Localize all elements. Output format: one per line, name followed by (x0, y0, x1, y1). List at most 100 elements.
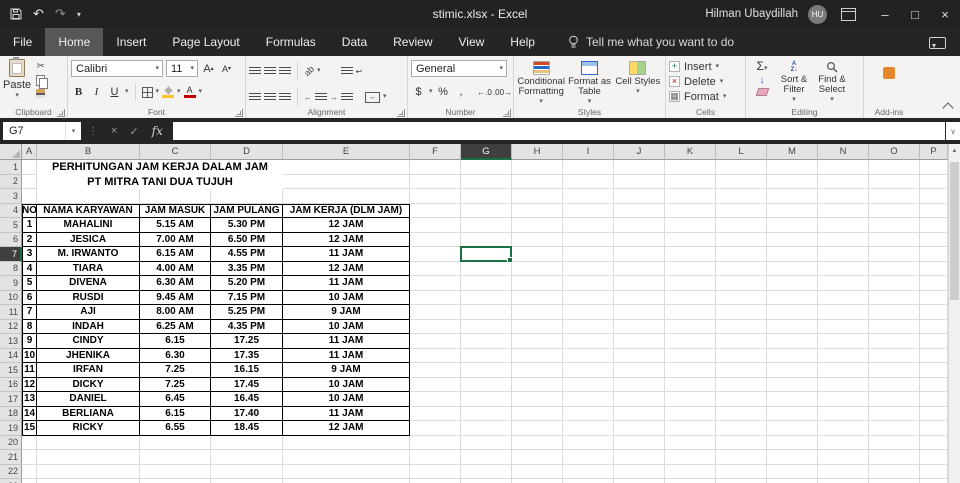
row-header-19[interactable]: 19 (0, 421, 22, 436)
align-bottom-icon[interactable] (279, 66, 291, 76)
cell-J17[interactable] (614, 392, 665, 407)
cell-N14[interactable] (818, 348, 869, 363)
row-header-4[interactable]: 4 (0, 203, 22, 218)
cell-N21[interactable] (818, 450, 869, 465)
cell-O8[interactable] (869, 261, 920, 276)
cell-E4[interactable]: JAM KERJA (DLM JAM) (283, 203, 410, 218)
cell-I18[interactable] (563, 406, 614, 421)
cell-K8[interactable] (665, 261, 716, 276)
cell-J5[interactable] (614, 218, 665, 233)
row-header-11[interactable]: 11 (0, 305, 22, 320)
cell-G14[interactable] (461, 348, 512, 363)
underline-button[interactable]: U (107, 84, 122, 100)
cell-H20[interactable] (512, 435, 563, 450)
redo-icon[interactable]: ↷ (55, 6, 66, 22)
cell-D11[interactable]: 5.25 PM (211, 305, 283, 320)
cell-L3[interactable] (716, 189, 767, 204)
cell-D18[interactable]: 17.40 (211, 406, 283, 421)
cell-B10[interactable]: RUSDI (37, 290, 140, 305)
cell-E5[interactable]: 12 JAM (283, 218, 410, 233)
formula-input[interactable] (172, 122, 945, 140)
column-header-D[interactable]: D (211, 144, 283, 160)
row-header-18[interactable]: 18 (0, 406, 22, 421)
cell-A2[interactable] (22, 174, 37, 189)
column-header-N[interactable]: N (818, 144, 869, 160)
tab-insert[interactable]: Insert (103, 28, 159, 56)
maximize-button[interactable]: □ (900, 0, 930, 28)
cell-A14[interactable]: 10 (22, 348, 37, 363)
cell-O2[interactable] (869, 174, 920, 189)
cell-M19[interactable] (767, 421, 818, 436)
cell-A4[interactable]: NO (22, 203, 37, 218)
insert-cells-button[interactable]: + Insert ▾ (669, 59, 742, 74)
cell-P21[interactable] (920, 450, 948, 465)
align-center-icon[interactable] (264, 92, 276, 102)
cell-P1[interactable] (920, 160, 948, 175)
cell-A5[interactable]: 1 (22, 218, 37, 233)
align-middle-icon[interactable] (264, 66, 276, 76)
undo-icon[interactable]: ↶ (33, 6, 44, 22)
cell-N9[interactable] (818, 276, 869, 291)
scrollbar-thumb[interactable] (950, 162, 959, 300)
cell-J8[interactable] (614, 261, 665, 276)
cell-L13[interactable] (716, 334, 767, 349)
find-select-button[interactable]: Find & Select ▾ (813, 59, 851, 103)
cell-P2[interactable] (920, 174, 948, 189)
enter-icon[interactable]: ✓ (129, 125, 138, 138)
cell-N18[interactable] (818, 406, 869, 421)
increase-decimal-icon[interactable]: ←.0 (477, 84, 492, 100)
cell-K14[interactable] (665, 348, 716, 363)
cell-L9[interactable] (716, 276, 767, 291)
cell-E16[interactable]: 10 JAM (283, 377, 410, 392)
cell-A15[interactable]: 11 (22, 363, 37, 378)
cell-M8[interactable] (767, 261, 818, 276)
cell-L7[interactable] (716, 247, 767, 262)
number-format-combo[interactable]: General ▾ (411, 60, 507, 77)
cell-F12[interactable] (410, 319, 461, 334)
cell-L21[interactable] (716, 450, 767, 465)
scroll-up-icon[interactable]: ▲ (949, 144, 960, 158)
accounting-dropdown-icon[interactable]: ▾ (429, 88, 433, 95)
cell-D13[interactable]: 17.25 (211, 334, 283, 349)
cell-M16[interactable] (767, 377, 818, 392)
cell-B14[interactable]: JHENIKA (37, 348, 140, 363)
cell-N10[interactable] (818, 290, 869, 305)
tab-page-layout[interactable]: Page Layout (159, 28, 252, 56)
cell-O12[interactable] (869, 319, 920, 334)
row-header-23[interactable]: 23 (0, 479, 22, 483)
cell-K20[interactable] (665, 435, 716, 450)
cell-M6[interactable] (767, 232, 818, 247)
cell-G2[interactable] (461, 174, 512, 189)
cell-I9[interactable] (563, 276, 614, 291)
cell-H22[interactable] (512, 464, 563, 479)
cell-M23[interactable] (767, 479, 818, 483)
cell-A23[interactable] (22, 479, 37, 483)
conditional-formatting-button[interactable]: Conditional Formatting ▾ (517, 59, 565, 105)
cell-F1[interactable] (410, 160, 461, 175)
cell-O15[interactable] (869, 363, 920, 378)
cell-I19[interactable] (563, 421, 614, 436)
cell-A21[interactable] (22, 450, 37, 465)
font-dialog-launcher-icon[interactable] (235, 109, 243, 117)
cell-O20[interactable] (869, 435, 920, 450)
cell-P15[interactable] (920, 363, 948, 378)
cell-P16[interactable] (920, 377, 948, 392)
cell-A17[interactable]: 13 (22, 392, 37, 407)
cell-K23[interactable] (665, 479, 716, 483)
cell-P11[interactable] (920, 305, 948, 320)
cell-N3[interactable] (818, 189, 869, 204)
row-header-12[interactable]: 12 (0, 319, 22, 334)
qat-customize-icon[interactable]: ▾ (77, 10, 81, 19)
cell-K15[interactable] (665, 363, 716, 378)
cell-G3[interactable] (461, 189, 512, 204)
font-name-combo[interactable]: Calibri ▾ (71, 60, 163, 77)
cell-I23[interactable] (563, 479, 614, 483)
cell-C15[interactable]: 7.25 (140, 363, 211, 378)
cell-K16[interactable] (665, 377, 716, 392)
cell-C21[interactable] (140, 450, 211, 465)
cell-O13[interactable] (869, 334, 920, 349)
cell-N4[interactable] (818, 203, 869, 218)
cell-A18[interactable]: 14 (22, 406, 37, 421)
cell-C10[interactable]: 9.45 AM (140, 290, 211, 305)
cell-E6[interactable]: 12 JAM (283, 232, 410, 247)
